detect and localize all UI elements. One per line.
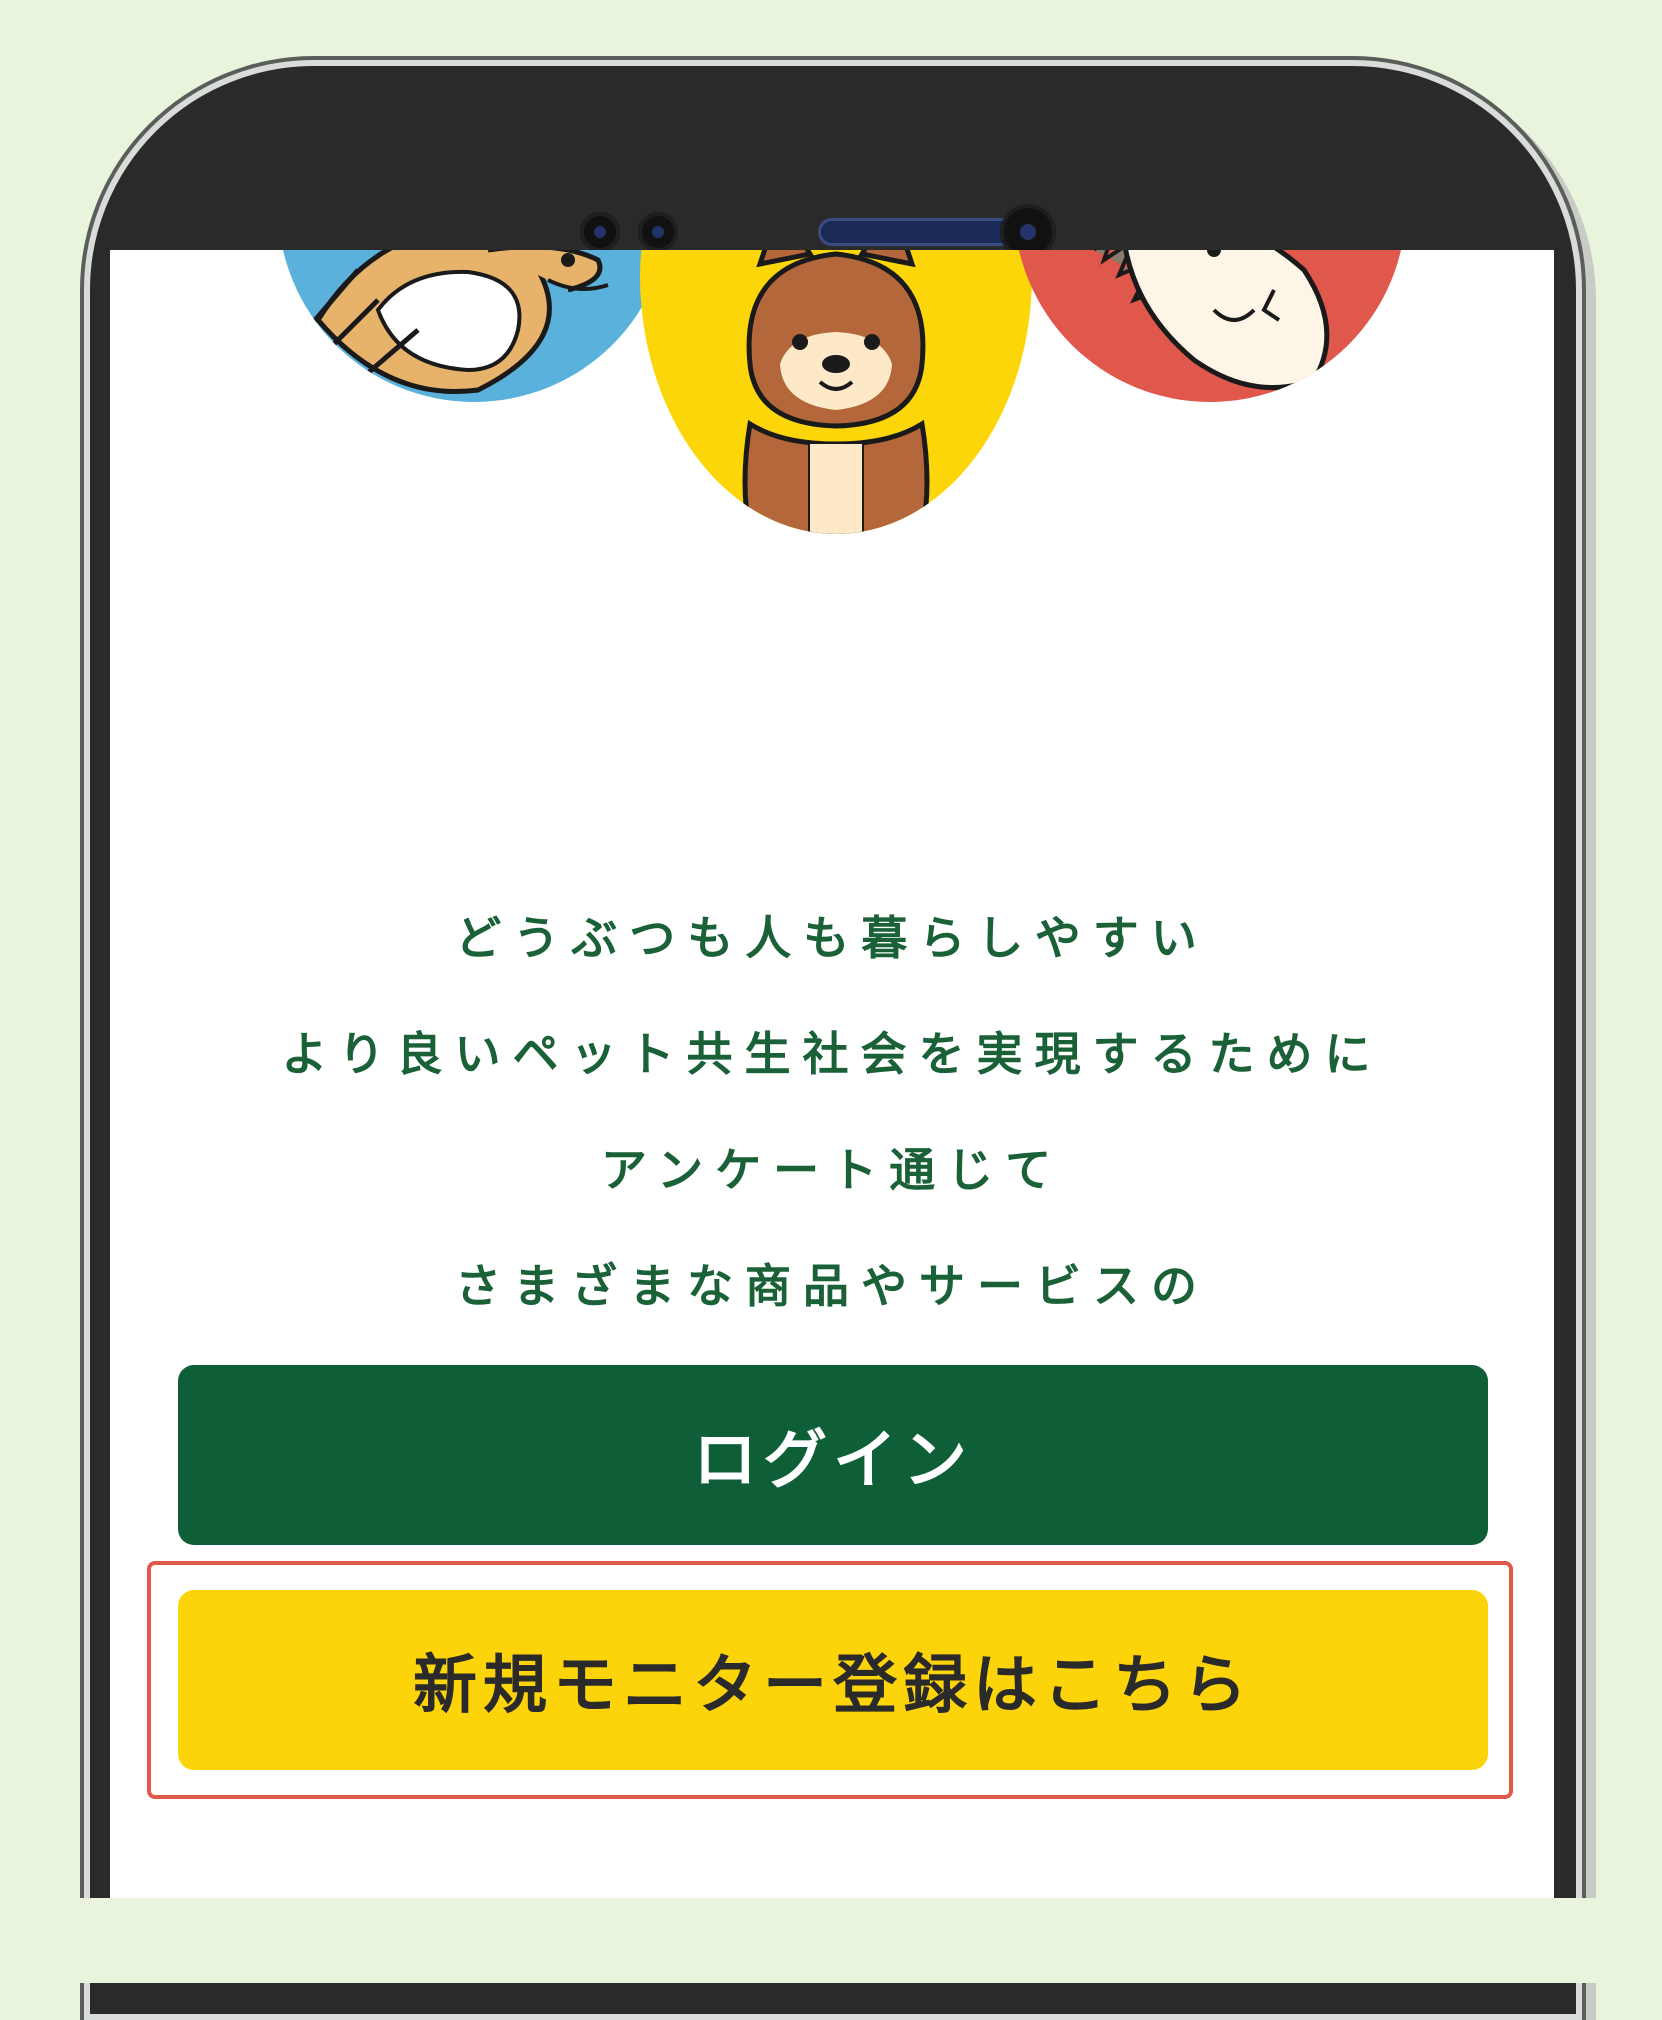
login-button[interactable]: ログイン bbox=[178, 1365, 1488, 1545]
tagline-line-2: より良いペット共生社会を実現するために bbox=[281, 1027, 1383, 1081]
register-monitor-button[interactable]: 新規モニター登録はこちら bbox=[178, 1590, 1488, 1770]
front-camera-icon bbox=[580, 212, 620, 252]
tagline-line-4: さまざまな商品やサービスの bbox=[455, 1259, 1209, 1313]
tagline-line-3: アンケート通じて bbox=[600, 1143, 1064, 1197]
front-sensor-icon bbox=[638, 212, 678, 252]
earpiece-speaker bbox=[818, 218, 1028, 246]
dog-icon bbox=[742, 250, 930, 534]
cat-icon bbox=[296, 250, 609, 395]
hedgehog-illustration bbox=[1014, 250, 1406, 402]
hedgehog-icon bbox=[1094, 250, 1330, 391]
app-screen: どうぶつも人も暮らしやすい より良いペット共生社会を実現するために アンケート通… bbox=[110, 250, 1554, 1900]
tagline-line-1: どうぶつも人も暮らしやすい bbox=[455, 911, 1209, 965]
cat-illustration bbox=[278, 250, 670, 402]
page-background-bottom bbox=[0, 1898, 1662, 1983]
shiba-dog-illustration bbox=[640, 250, 1032, 534]
